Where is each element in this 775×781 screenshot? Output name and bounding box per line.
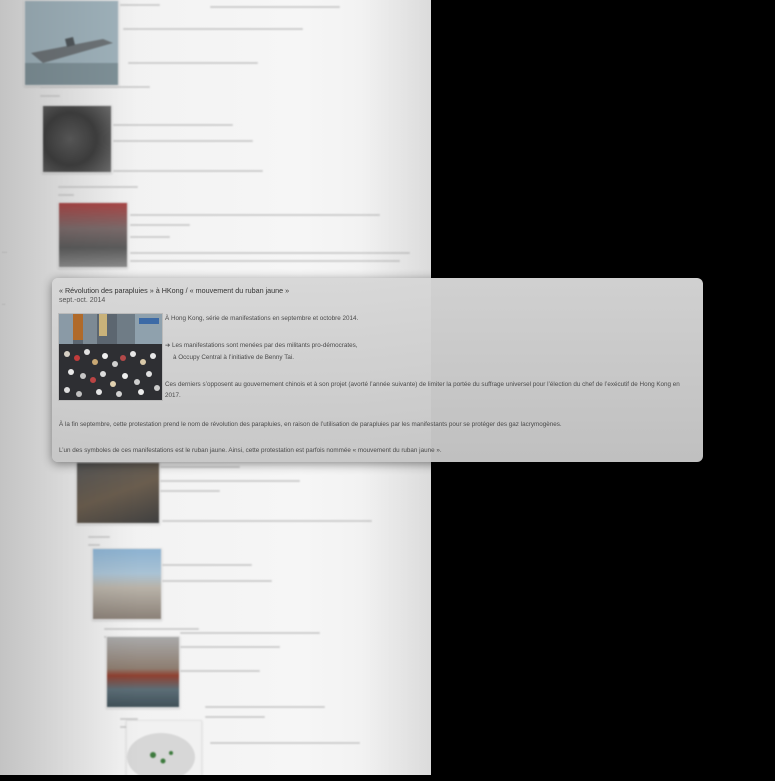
event-photo [58, 313, 163, 401]
timeline-entry[interactable] [0, 0, 431, 86]
bullet-text: Les manifestations sont menées par des m… [172, 342, 358, 349]
bullet-line: ➔ Les manifestations sont menées par des… [165, 342, 358, 349]
timeline-entry[interactable] [0, 520, 431, 622]
entry-thumbnail [126, 720, 202, 775]
bullet-line-continued: à Occupy Central à l’initiative de Benny… [173, 354, 294, 361]
entry-thumbnail [106, 636, 180, 708]
event-date: sept.-oct. 2014 [59, 297, 106, 304]
carrier-image [25, 1, 118, 85]
event-detail-card[interactable]: « Révolution des parapluies » à HKong / … [52, 278, 703, 462]
timeline-entry[interactable] [0, 80, 431, 180]
timeline-entry[interactable] [0, 706, 431, 775]
event-symbol: L’un des symboles de ces manifestations … [59, 447, 442, 454]
entry-thumbnail [92, 548, 162, 620]
event-title: « Révolution des parapluies » à HKong / … [59, 286, 290, 295]
entry-thumbnail [24, 0, 119, 86]
event-context: Ces derniers s’opposent au gouvernement … [165, 381, 680, 399]
event-name-origin: À la fin septembre, cette protestation p… [59, 421, 562, 428]
event-summary: À Hong Kong, série de manifestations en … [165, 315, 359, 322]
timeline-entry[interactable] [0, 622, 431, 714]
entry-thumbnail [58, 202, 128, 268]
timeline-entry[interactable] [0, 462, 431, 530]
entry-thumbnail [42, 105, 112, 173]
umbrella-protest-photo [59, 314, 162, 400]
map-image [127, 733, 195, 775]
timeline-entry[interactable] [0, 180, 431, 275]
side-mark: ·· [2, 302, 6, 308]
entry-thumbnail [76, 462, 160, 524]
side-mark: ··· [2, 250, 7, 256]
arrow-right-icon: ➔ [165, 342, 171, 349]
